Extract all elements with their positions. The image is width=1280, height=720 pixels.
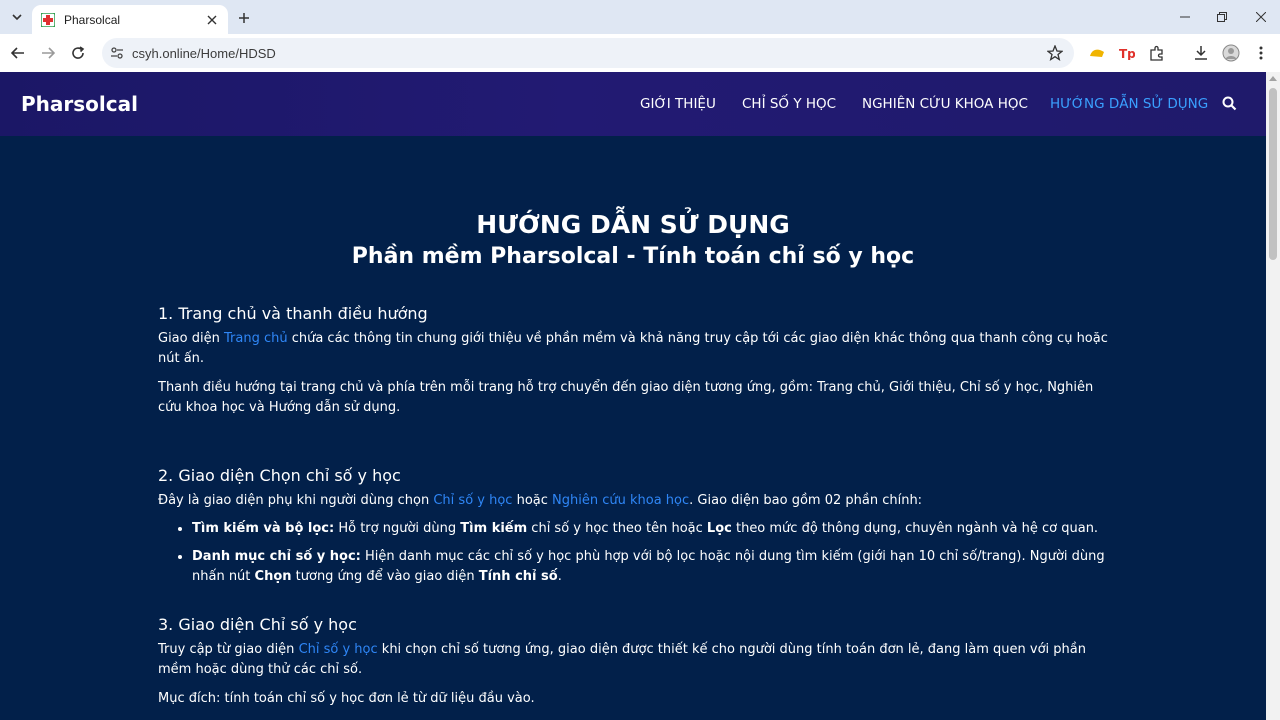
page-subtitle: Phần mềm Pharsolcal - Tính toán chỉ số y… [351,244,915,269]
browser-tab-strip: Pharsolcal [0,0,1280,34]
search-icon[interactable] [1222,96,1238,112]
page-title: HƯỚNG DẪN SỬ DỤNG [476,210,790,239]
section-2-paragraph-1: Đây là giao diện phụ khi người dùng chọn… [158,493,923,508]
link-nghien-cuu-khoa-hoc[interactable]: Nghiên cứu khoa học [552,493,689,508]
reload-button[interactable] [66,41,90,65]
extensions-puzzle-icon[interactable] [1146,42,1168,64]
section-1-paragraph-2: Thanh điều hướng tại trang chủ và phía t… [158,380,1094,415]
scroll-up-arrow-icon[interactable] [1269,76,1277,81]
close-icon [1256,12,1266,22]
page-viewport: Pharsolcal GIỚI THIỆU CHỈ SỐ Y HỌC NGHIÊ… [0,72,1266,720]
scrollbar-thumb[interactable] [1269,88,1277,260]
minimize-button[interactable] [1170,6,1200,28]
close-tab-icon[interactable] [204,12,220,28]
close-window-button[interactable] [1246,6,1276,28]
section-title-1: 1. Trang chủ và thanh điều hướng [158,304,428,323]
browser-toolbar: csyh.online/Home/HDSD Tp [0,34,1280,72]
link-trang-chu[interactable]: Trang chủ [224,331,288,346]
restore-button[interactable] [1207,6,1237,28]
section-3-paragraph-2: Mục đích: tính toán chỉ số y học đơn lẻ … [158,691,535,706]
minimize-icon [1180,16,1190,18]
guide-article: 1. Trang chủ và thanh điều hướng Giao di… [158,304,1110,709]
site-header: Pharsolcal GIỚI THIỆU CHỈ SỐ Y HỌC NGHIÊ… [0,72,1266,136]
site-info-icon[interactable] [108,44,126,62]
browser-menu-button[interactable] [1250,42,1272,64]
address-bar[interactable]: csyh.online/Home/HDSD [102,38,1074,68]
extension-tp-icon[interactable]: Tp [1116,42,1138,64]
arrow-left-icon [11,47,24,59]
tab-title: Pharsolcal [64,12,121,27]
link-chi-so-y-hoc[interactable]: Chỉ số y học [433,493,512,508]
nav-item-gioi-thieu[interactable]: GIỚI THIỆU [640,96,716,112]
favicon-icon [40,12,56,28]
link-chi-so-y-hoc-2[interactable]: Chỉ số y học [299,642,378,657]
nav-item-nghien-cuu-khoa-hoc[interactable]: NGHIÊN CỨU KHOA HỌC [862,96,1028,112]
plus-icon [239,13,249,23]
section-2-bullet-list: Tìm kiếm và bộ lọc: Hỗ trợ người dùng Tì… [192,519,1110,587]
arrow-right-icon [42,47,55,59]
section-1-paragraph-1: Giao diện Trang chủ chứa các thông tin c… [158,331,1108,366]
section-title-2: 2. Giao diện Chọn chỉ số y học [158,466,401,485]
list-item: Tìm kiếm và bộ lọc: Hỗ trợ người dùng Tì… [192,519,1110,539]
extension-honey-icon[interactable] [1086,42,1108,64]
back-button[interactable] [6,41,30,65]
reload-icon [72,46,85,59]
svg-text:Tp: Tp [1119,47,1135,60]
site-logo[interactable]: Pharsolcal [21,92,138,116]
restore-icon [1217,12,1227,22]
browser-tab[interactable]: Pharsolcal [32,5,228,34]
page-scrollbar[interactable] [1266,72,1280,720]
section-title-3: 3. Giao diện Chỉ số y học [158,615,357,634]
nav-item-chi-so-y-hoc[interactable]: CHỈ SỐ Y HỌC [742,96,836,112]
new-tab-button[interactable] [234,8,254,28]
tab-search-button[interactable] [6,6,28,28]
nav-item-huong-dan-su-dung[interactable]: HƯỚNG DẪN SỬ DỤNG [1050,96,1208,112]
list-item: Danh mục chỉ số y học: Hiện danh mục các… [192,547,1110,587]
section-3-paragraph-1: Truy cập từ giao diện Chỉ số y học khi c… [158,642,1086,677]
main-content: HƯỚNG DẪN SỬ DỤNG Phần mềm Pharsolcal - … [0,136,1266,720]
forward-button[interactable] [36,41,60,65]
bookmark-star-icon[interactable] [1044,42,1066,64]
url-text[interactable]: csyh.online/Home/HDSD [132,46,1044,61]
chevron-down-icon [12,14,22,21]
kebab-menu-icon [1259,46,1263,60]
download-icon[interactable] [1190,42,1212,64]
profile-avatar[interactable] [1220,42,1242,64]
